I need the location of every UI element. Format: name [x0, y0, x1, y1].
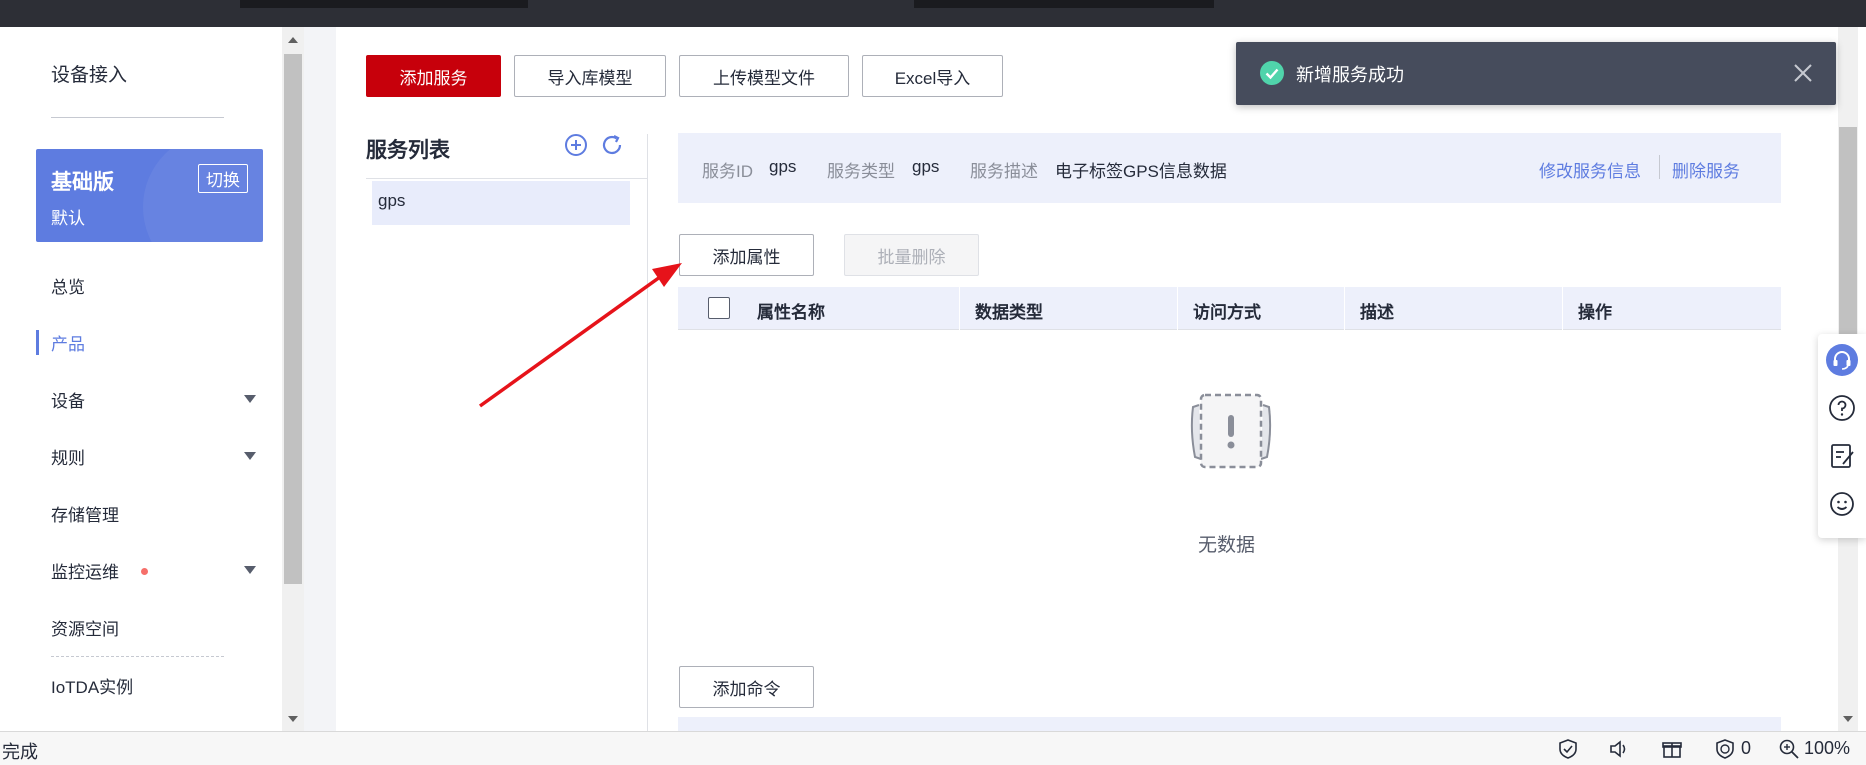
floating-help-panel	[1818, 334, 1866, 538]
add-command-button[interactable]: 添加命令	[679, 666, 814, 708]
plan-name: 基础版	[51, 171, 114, 194]
service-desc-value: 电子标签GPS信息数据	[1055, 162, 1227, 181]
status-text: 完成	[2, 742, 38, 762]
plan-instance: 默认	[51, 209, 85, 228]
sidebar-title: 设备接入	[51, 65, 128, 86]
close-icon[interactable]	[1792, 62, 1814, 84]
plan-card[interactable]: 基础版 默认 切换	[36, 149, 263, 242]
column-separator	[1562, 287, 1563, 330]
sidebar-item-rules[interactable]: 规则	[51, 444, 85, 469]
empty-data-icon	[1190, 393, 1272, 469]
sidebar-item-monitoring[interactable]: 监控运维	[51, 558, 119, 583]
service-id-label: 服务ID	[702, 162, 753, 181]
scrollbar-thumb[interactable]	[284, 54, 302, 584]
success-check-icon	[1260, 61, 1284, 85]
service-type-value: gps	[912, 157, 940, 176]
sidebar-item-storage[interactable]: 存储管理	[51, 501, 119, 526]
service-list-item[interactable]: gps	[372, 181, 630, 225]
property-table-header: 属性名称 数据类型 访问方式 描述 操作	[678, 287, 1781, 330]
content-gutter	[304, 27, 336, 731]
sidebar-item-iotda-instance[interactable]: IoTDA实例	[51, 673, 133, 698]
sidebar-dotted-divider	[51, 656, 224, 657]
edit-service-link[interactable]: 修改服务信息	[1539, 157, 1641, 182]
browser-status-bar: 完成 0 100%	[0, 731, 1866, 765]
sidebar-item-resource-space[interactable]: 资源空间	[51, 615, 119, 640]
column-separator	[959, 287, 960, 330]
column-header[interactable]: 描述	[1360, 298, 1394, 323]
customer-service-icon[interactable]	[1826, 344, 1858, 376]
zoom-level[interactable]: 100%	[1804, 738, 1850, 759]
import-model-button[interactable]: 导入库模型	[514, 55, 666, 97]
column-header[interactable]: 访问方式	[1193, 298, 1261, 323]
column-header[interactable]: 属性名称	[757, 298, 825, 323]
link-separator	[1659, 155, 1660, 179]
service-info-bar: 服务ID gps 服务类型 gps 服务描述 电子标签GPS信息数据 修改服务信…	[678, 133, 1781, 203]
scroll-up-icon[interactable]	[288, 37, 298, 43]
shield-check-icon[interactable]	[1557, 738, 1579, 760]
sidebar-divider	[51, 117, 224, 118]
feedback-icon[interactable]	[1826, 440, 1858, 472]
upload-model-button[interactable]: 上传模型文件	[679, 55, 849, 97]
sidebar-item-overview[interactable]: 总览	[51, 273, 85, 298]
browser-top-strip	[0, 0, 1866, 27]
toast-message: 新增服务成功	[1296, 65, 1404, 85]
service-type-label: 服务类型	[827, 162, 895, 181]
select-all-checkbox[interactable]	[708, 297, 730, 319]
sidebar-item-devices[interactable]: 设备	[51, 387, 85, 412]
scrollbar-thumb[interactable]	[1839, 127, 1857, 367]
zoom-icon[interactable]	[1778, 738, 1800, 760]
refresh-icon[interactable]	[600, 133, 624, 157]
active-indicator	[36, 330, 39, 355]
column-header[interactable]: 数据类型	[975, 298, 1043, 323]
ad-block-shield-icon[interactable]	[1714, 738, 1736, 760]
add-property-button[interactable]: 添加属性	[679, 234, 814, 276]
chevron-down-icon[interactable]	[244, 566, 256, 574]
empty-data-text: 无数据	[1198, 535, 1256, 556]
chevron-down-icon[interactable]	[244, 452, 256, 460]
scroll-down-icon[interactable]	[1843, 716, 1853, 722]
top-strip-segment	[240, 0, 528, 8]
panel-divider	[647, 134, 648, 731]
delete-service-link[interactable]: 删除服务	[1672, 157, 1740, 182]
scroll-down-icon[interactable]	[288, 716, 298, 722]
add-service-button[interactable]: 添加服务	[366, 55, 501, 97]
help-icon[interactable]	[1826, 392, 1858, 424]
speaker-icon[interactable]	[1608, 738, 1630, 760]
column-separator	[1344, 287, 1345, 330]
gift-box-icon[interactable]	[1661, 738, 1683, 760]
top-strip-segment	[914, 0, 1214, 8]
annotation-arrow	[478, 263, 682, 408]
chevron-down-icon[interactable]	[244, 395, 256, 403]
sidebar-item-products[interactable]: 产品	[51, 330, 85, 355]
sidebar-scrollbar[interactable]	[282, 27, 304, 731]
sidebar	[0, 27, 282, 731]
service-list-title: 服务列表	[366, 139, 450, 162]
batch-delete-button: 批量删除	[844, 234, 979, 276]
column-separator	[1177, 287, 1178, 330]
satisfaction-icon[interactable]	[1826, 488, 1858, 520]
plan-switch-button[interactable]: 切换	[198, 164, 248, 193]
ad-block-count: 0	[1741, 738, 1752, 758]
service-id-value: gps	[769, 157, 797, 176]
service-list-divider	[366, 178, 648, 179]
notification-dot	[141, 568, 148, 575]
service-desc-label: 服务描述	[970, 162, 1038, 181]
column-header[interactable]: 操作	[1578, 298, 1612, 323]
add-circle-icon[interactable]	[564, 133, 588, 157]
plan-card-decoration	[143, 149, 263, 242]
success-toast: 新增服务成功	[1236, 42, 1836, 105]
excel-import-button[interactable]: Excel导入	[862, 55, 1003, 97]
